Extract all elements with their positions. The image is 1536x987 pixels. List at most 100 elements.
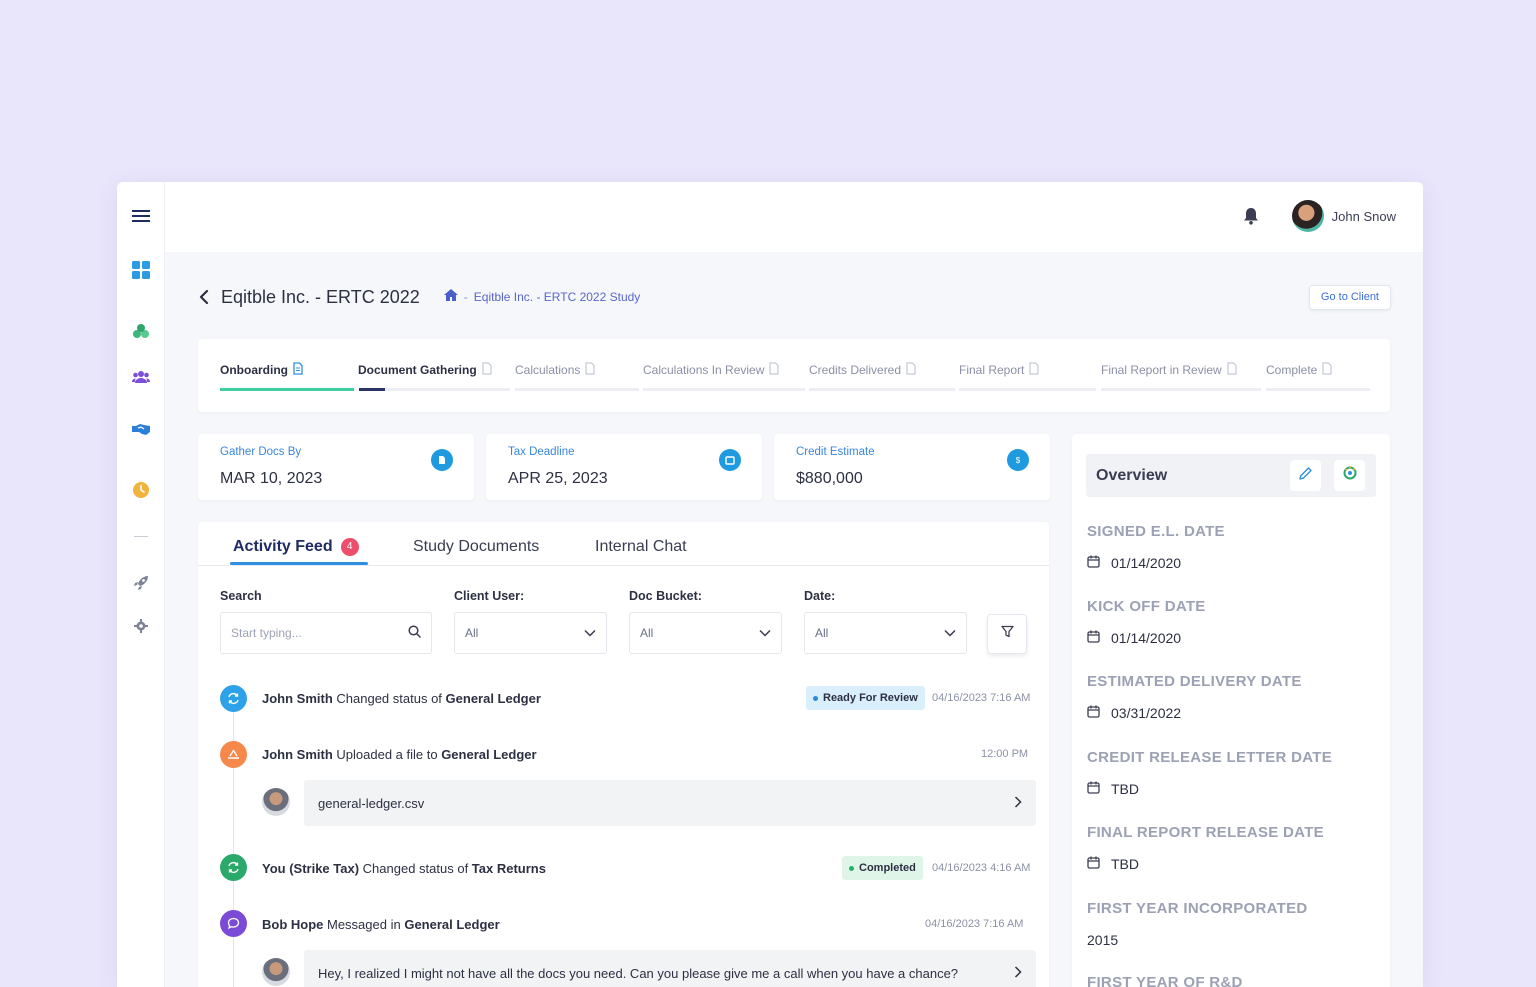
dashboard-icon[interactable] xyxy=(129,258,153,282)
tab-activity-feed[interactable]: Activity Feed 4 xyxy=(233,538,359,556)
activity-count-badge: 4 xyxy=(340,538,359,556)
step-label: Credits Delivered xyxy=(809,363,902,377)
step-calculations-in-review[interactable]: Calculations In Review xyxy=(643,362,779,378)
document-icon xyxy=(585,362,595,378)
step-label: Final Report xyxy=(959,363,1025,377)
entry-actor[interactable]: Bob Hope xyxy=(262,917,323,932)
field-value-text: TBD xyxy=(1111,781,1139,797)
step-progress-bar xyxy=(1101,388,1261,391)
entry-target[interactable]: General Ledger xyxy=(446,691,541,706)
activity-panel: Activity Feed 4 Study Documents Internal … xyxy=(198,522,1049,987)
status-change-icon xyxy=(220,685,247,712)
step-final-report-in-review[interactable]: Final Report in Review xyxy=(1101,362,1237,378)
message-preview[interactable]: Hey, I realized I might not have all the… xyxy=(304,950,1036,987)
document-icon xyxy=(1029,362,1039,378)
document-icon xyxy=(1322,362,1332,378)
dollar-icon: $ xyxy=(1007,449,1029,471)
step-onboarding[interactable]: Onboarding xyxy=(220,362,303,378)
entry-timestamp: 04/16/2023 4:16 AM xyxy=(932,862,1031,874)
document-icon xyxy=(482,362,492,378)
tax-deadline-card: Tax Deadline APR 25, 2023 xyxy=(486,434,762,500)
doc-bucket-value: All xyxy=(640,626,654,640)
field-value-text: 01/14/2020 xyxy=(1111,555,1182,571)
date-select[interactable]: All xyxy=(804,612,967,654)
message-text: Hey, I realized I might not have all the… xyxy=(318,965,959,981)
step-final-report[interactable]: Final Report xyxy=(959,362,1039,378)
step-progress-bar xyxy=(1266,388,1370,391)
status-change-icon xyxy=(220,854,247,881)
tab-label: Activity Feed xyxy=(233,538,333,555)
search-icon xyxy=(408,625,421,641)
users-icon[interactable] xyxy=(129,365,153,389)
user-avatar[interactable] xyxy=(1292,200,1324,232)
calendar-icon xyxy=(1087,630,1100,646)
document-icon xyxy=(906,362,916,378)
notification-bell-icon[interactable] xyxy=(1243,207,1263,227)
settings-icon[interactable] xyxy=(129,614,153,638)
date-value: All xyxy=(815,626,829,640)
entry-action: Changed status of xyxy=(332,691,446,706)
clock-icon[interactable] xyxy=(129,478,153,502)
step-progress-bar xyxy=(809,388,955,391)
handshake-icon[interactable] xyxy=(129,417,153,441)
back-button[interactable] xyxy=(195,288,213,306)
calendar-icon xyxy=(1087,555,1100,571)
step-credits-delivered[interactable]: Credits Delivered xyxy=(809,362,916,378)
sync-icon xyxy=(1342,465,1358,486)
document-icon xyxy=(293,362,303,378)
sidebar-divider xyxy=(134,536,148,537)
go-to-client-button[interactable]: Go to Client xyxy=(1308,285,1391,310)
doc-bucket-label: Doc Bucket: xyxy=(629,589,702,603)
overview-field-label: FIRST YEAR OF R&D xyxy=(1087,974,1243,987)
tab-internal-chat[interactable]: Internal Chat xyxy=(595,538,687,556)
search-input[interactable]: Start typing... xyxy=(220,612,432,654)
pencil-icon xyxy=(1298,466,1313,486)
step-complete[interactable]: Complete xyxy=(1266,362,1332,378)
breadcrumb-separator: - xyxy=(463,290,468,304)
date-label: Date: xyxy=(804,589,836,603)
entry-actor[interactable]: John Smith xyxy=(262,691,333,706)
step-label: Complete xyxy=(1266,363,1318,377)
card-value: MAR 10, 2023 xyxy=(220,470,323,487)
overview-field-value: 01/14/2020 xyxy=(1087,630,1181,646)
overview-field-value: 03/31/2022 xyxy=(1087,705,1181,721)
overview-header: Overview xyxy=(1086,454,1376,497)
calendar-icon xyxy=(719,449,741,471)
attachment-row[interactable]: general-ledger.csv xyxy=(304,780,1036,826)
home-icon[interactable] xyxy=(443,288,458,306)
entry-target[interactable]: Tax Returns xyxy=(472,861,546,876)
status-badge: Completed xyxy=(842,856,923,880)
money-icon[interactable] xyxy=(129,319,153,343)
filter-button[interactable] xyxy=(987,614,1027,654)
page-header: Eqitble Inc. - ERTC 2022 - Eqitble Inc. … xyxy=(195,285,640,309)
activity-entry-text: John Smith Uploaded a file to General Le… xyxy=(262,747,537,762)
entry-target[interactable]: General Ledger xyxy=(404,917,499,932)
overview-panel: Overview SIGNED E.L. DATE 01/14/2020 KIC… xyxy=(1072,434,1390,987)
entry-actor[interactable]: John Smith xyxy=(262,747,333,762)
document-icon xyxy=(1227,362,1237,378)
client-user-value: All xyxy=(465,626,479,640)
step-document-gathering[interactable]: Document Gathering xyxy=(358,362,492,378)
upload-icon xyxy=(220,741,247,768)
doc-bucket-select[interactable]: All xyxy=(629,612,782,654)
status-badge: Ready For Review xyxy=(806,686,925,710)
menu-icon[interactable] xyxy=(129,204,153,228)
search-label: Search xyxy=(220,589,262,603)
field-value-text: 2015 xyxy=(1087,932,1119,948)
entry-target[interactable]: General Ledger xyxy=(441,747,536,762)
tab-study-documents[interactable]: Study Documents xyxy=(413,538,539,556)
uploader-avatar xyxy=(262,788,290,816)
sync-button[interactable] xyxy=(1334,460,1365,491)
step-calculations[interactable]: Calculations xyxy=(515,362,595,378)
client-user-select[interactable]: All xyxy=(454,612,607,654)
activity-entry-text: Bob Hope Messaged in General Ledger xyxy=(262,917,500,932)
overview-field-value: 01/14/2020 xyxy=(1087,555,1181,571)
step-label: Document Gathering xyxy=(358,363,477,377)
edit-button[interactable] xyxy=(1290,460,1321,491)
rocket-icon[interactable] xyxy=(129,571,153,595)
breadcrumb-link[interactable]: Eqitble Inc. - ERTC 2022 Study xyxy=(474,290,641,304)
user-name[interactable]: John Snow xyxy=(1332,209,1396,224)
entry-timestamp: 04/16/2023 7:16 AM xyxy=(932,692,1031,704)
entry-actor[interactable]: You (Strike Tax) xyxy=(262,861,359,876)
entry-timestamp: 04/16/2023 7:16 AM xyxy=(925,918,1024,930)
